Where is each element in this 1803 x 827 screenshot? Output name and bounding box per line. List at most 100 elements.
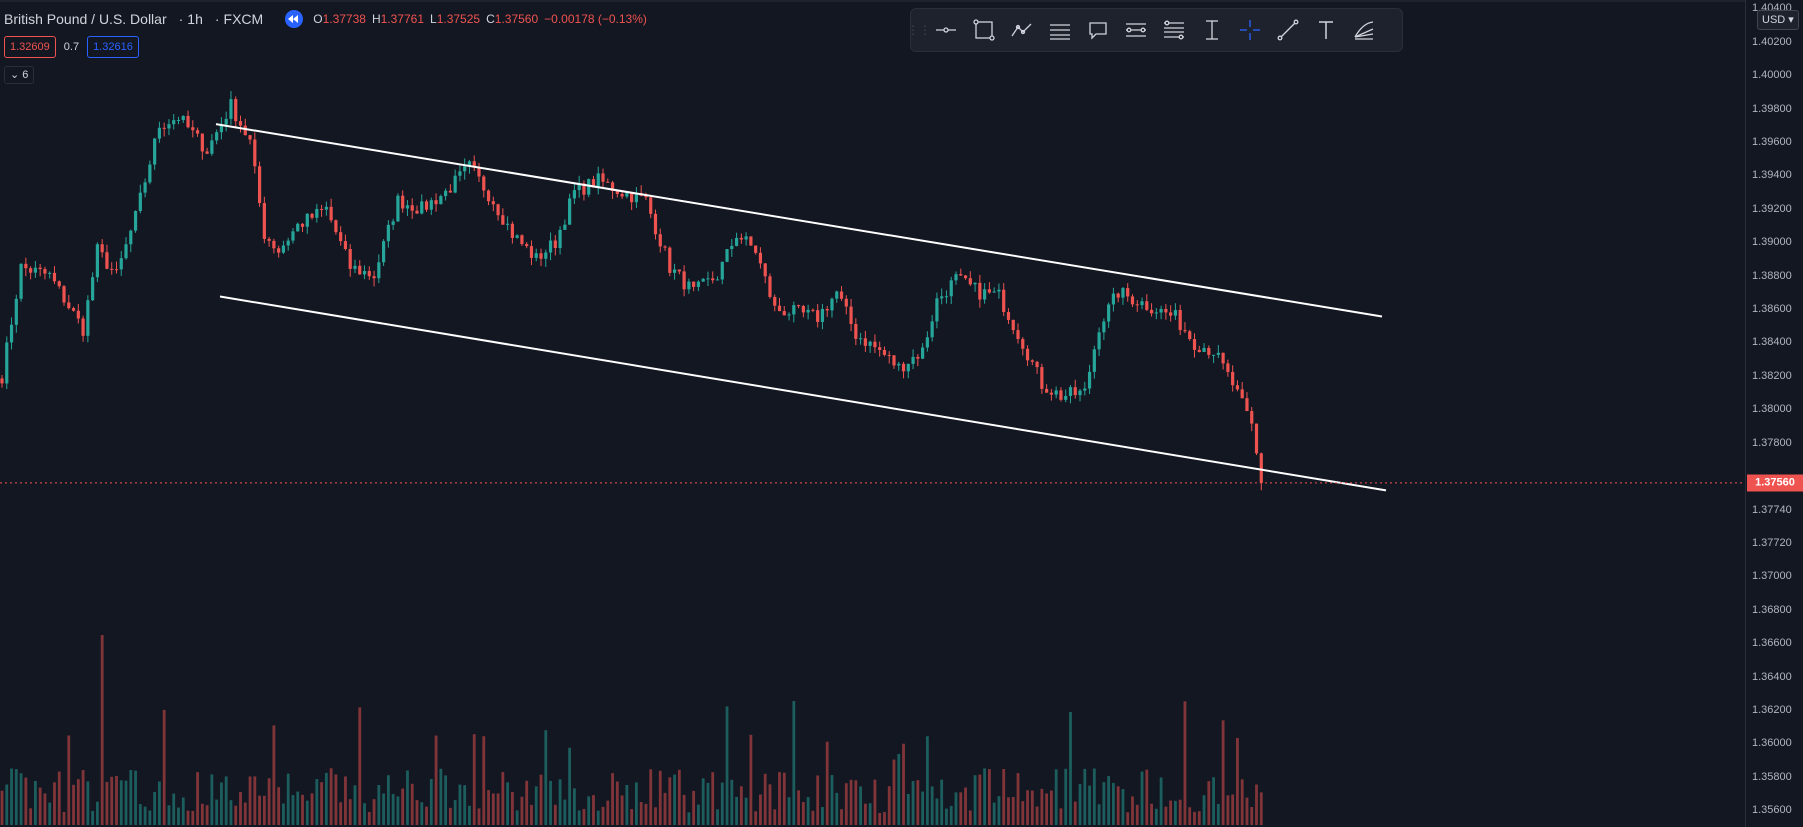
currency-selector[interactable]: USD ▾ xyxy=(1757,10,1799,30)
volume-bar xyxy=(1064,768,1068,825)
candle-body xyxy=(138,192,142,211)
volume-bar xyxy=(620,795,624,825)
lower-channel-line[interactable] xyxy=(219,295,1387,492)
volume-bar xyxy=(1164,806,1168,825)
volume-bar xyxy=(897,754,901,825)
candle-body xyxy=(882,349,887,355)
upper-channel-line[interactable] xyxy=(215,123,1383,318)
volume-bar xyxy=(987,769,991,825)
volume-bar xyxy=(1193,811,1196,825)
indicators-toggle[interactable]: ⌄ 6 xyxy=(4,66,35,84)
volume-bar xyxy=(463,785,467,825)
price-tick-label: 1.39800 xyxy=(1752,102,1792,115)
candle-body xyxy=(730,245,734,250)
date-price-range-icon[interactable] xyxy=(1193,11,1231,49)
candle-body xyxy=(129,230,133,245)
volume-bar xyxy=(253,776,257,825)
candle-body xyxy=(940,296,944,299)
volume-bar xyxy=(1178,799,1182,825)
replay-icon[interactable] xyxy=(285,10,304,28)
callout-icon[interactable] xyxy=(1079,11,1117,49)
price-tick-label: 1.39200 xyxy=(1752,202,1792,215)
candle-body xyxy=(925,337,929,348)
volume-bar xyxy=(363,803,366,825)
candle-body xyxy=(796,305,801,307)
drag-handle-icon[interactable]: ⋮⋮ xyxy=(907,9,931,51)
volume-bar xyxy=(110,776,114,825)
candle-body xyxy=(167,124,171,129)
candle-body xyxy=(372,276,376,279)
volume-bar xyxy=(1259,792,1263,825)
volume-bar xyxy=(1073,801,1077,825)
candle-body xyxy=(568,198,572,225)
candle-body xyxy=(429,200,433,210)
volume-bar xyxy=(973,775,977,825)
candle-body xyxy=(801,305,805,313)
price-tick-label: 1.38000 xyxy=(1752,403,1792,416)
price-tick-label: 1.35600 xyxy=(1752,804,1792,817)
candle-body xyxy=(9,324,14,343)
volume-bar xyxy=(167,805,171,825)
volume-bar xyxy=(1145,769,1149,825)
price-axis[interactable]: 1.40400 1.40200 1.40000 1.39800 1.39600 1.394… xyxy=(1745,0,1803,827)
volume-bar xyxy=(654,807,657,825)
candle-body xyxy=(1211,354,1216,356)
volume-bar xyxy=(1169,800,1173,825)
trend-line-icon[interactable] xyxy=(1269,11,1307,49)
volume-bar xyxy=(1159,777,1163,825)
text-icon[interactable] xyxy=(1307,11,1345,49)
bid-button[interactable]: 1.32609 xyxy=(4,36,56,58)
volume-bar xyxy=(553,804,557,825)
volume-bar xyxy=(663,792,667,825)
candle-body xyxy=(162,127,166,129)
candle-body xyxy=(768,276,772,297)
ask-button[interactable]: 1.32616 xyxy=(87,36,139,58)
candles xyxy=(0,90,1263,491)
rectangle-icon[interactable] xyxy=(965,11,1003,49)
horizontal-line-icon[interactable] xyxy=(927,11,965,49)
volume-bar xyxy=(630,809,634,825)
ohlc-low: L1.37525 xyxy=(430,12,481,26)
candle-body xyxy=(305,213,309,227)
candle-body xyxy=(1035,361,1039,368)
trendlines[interactable] xyxy=(215,123,1387,492)
candle-body xyxy=(486,190,491,202)
volume-bar xyxy=(344,776,347,825)
price-tick-label: 1.39400 xyxy=(1752,169,1792,182)
price-chart[interactable] xyxy=(0,0,1745,827)
symbol-name[interactable]: British Pound / U.S. Dollar xyxy=(4,11,167,27)
volume-bar xyxy=(57,771,61,825)
quote-panel: 1.32609 0.7 1.32616 xyxy=(4,36,139,58)
volume-bar xyxy=(477,808,481,825)
volume-bar xyxy=(625,784,629,825)
symbol-interval[interactable]: 1h xyxy=(187,11,203,27)
volume-bar xyxy=(81,770,85,825)
date-range-icon[interactable] xyxy=(1155,11,1193,49)
volume-bar xyxy=(96,801,99,825)
volume-bar xyxy=(48,802,52,825)
candle-body xyxy=(1173,310,1178,316)
price-range-icon[interactable] xyxy=(1117,11,1155,49)
volume-bar xyxy=(806,797,810,825)
volume-bar xyxy=(606,800,610,825)
candle-body xyxy=(1216,352,1220,355)
candle-body xyxy=(5,342,9,384)
volume-bar xyxy=(305,800,309,825)
candle-body xyxy=(458,171,462,176)
legend-separator: · xyxy=(178,11,184,27)
parallel-channel-icon[interactable] xyxy=(1041,11,1079,49)
crosshair-icon[interactable] xyxy=(1231,11,1269,49)
candle-body xyxy=(119,258,123,270)
volume-bar xyxy=(267,778,271,825)
candle-body xyxy=(534,253,538,258)
path-icon[interactable] xyxy=(1003,11,1041,49)
volume-bar xyxy=(916,780,920,825)
volume-bar xyxy=(921,791,925,825)
fib-fan-icon[interactable] xyxy=(1345,11,1383,49)
candle-body xyxy=(463,166,467,172)
ohlc-close: C1.37560 xyxy=(486,12,539,26)
volume-bar xyxy=(1021,801,1025,825)
candle-body xyxy=(286,240,290,246)
price-tick-label: 1.36600 xyxy=(1752,637,1792,650)
volume-bar xyxy=(1092,768,1096,825)
